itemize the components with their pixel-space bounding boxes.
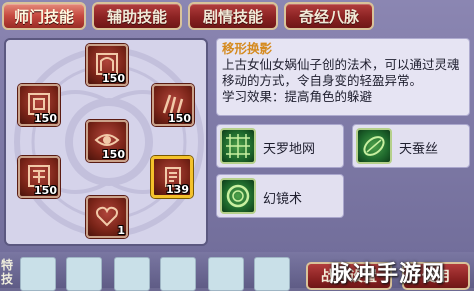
sub-skill-name: 幻镜术 bbox=[263, 192, 303, 207]
skill-slot-7[interactable]: 1 bbox=[86, 196, 128, 238]
special-skill-slot[interactable] bbox=[20, 257, 56, 291]
skill-level: 139 bbox=[166, 183, 189, 196]
skill-level: 150 bbox=[34, 112, 57, 125]
skill-slot-5[interactable]: 150 bbox=[18, 156, 60, 198]
sub-skill-card-1[interactable]: 天罗地网 bbox=[216, 124, 344, 168]
heart-icon bbox=[96, 206, 118, 227]
special-skill-slot[interactable] bbox=[160, 257, 196, 291]
skill-level: 150 bbox=[102, 72, 125, 85]
skill-slot-6[interactable]: 139 bbox=[151, 156, 193, 198]
net-glyph bbox=[226, 134, 250, 158]
sub-skill-name: 天罗地网 bbox=[263, 142, 316, 157]
skill-level: 150 bbox=[34, 184, 57, 197]
skill-slot-4[interactable]: 150 bbox=[86, 120, 128, 162]
skill-description-box: 移形换影 上古女仙女娲仙子创的法术，可以通过灵魂移动的方式，令自身变的轻盈异常。… bbox=[216, 38, 470, 116]
tab-support-skills[interactable]: 辅助技能 bbox=[92, 2, 182, 30]
site-watermark: 脉冲手游网 bbox=[330, 262, 446, 287]
tab-meridian[interactable]: 奇经八脉 bbox=[284, 2, 374, 30]
sub-skill-card-2[interactable]: 天蚕丝 bbox=[352, 124, 470, 168]
sub-skill-card-3[interactable]: 幻镜术 bbox=[216, 174, 344, 218]
skill-effect: 学习效果：提高角色的躲避 bbox=[222, 89, 373, 104]
skill-level: 1 bbox=[117, 224, 125, 237]
sub-skill-name: 天蚕丝 bbox=[399, 142, 439, 157]
skill-slot-2[interactable]: 150 bbox=[18, 84, 60, 126]
cocoon-icon bbox=[356, 128, 392, 164]
mirror-glyph bbox=[226, 184, 250, 208]
skill-name: 移形换影 bbox=[222, 41, 273, 56]
special-skill-slot[interactable] bbox=[254, 257, 290, 291]
skill-slot-1[interactable]: 150 bbox=[86, 44, 128, 86]
tab-school-skills[interactable]: 师门技能 bbox=[2, 2, 86, 30]
cocoon-glyph bbox=[363, 136, 385, 156]
skill-level: 150 bbox=[102, 148, 125, 161]
special-skill-slot[interactable] bbox=[114, 257, 150, 291]
net-icon bbox=[220, 128, 256, 164]
special-skill-slot[interactable] bbox=[208, 257, 244, 291]
skill-slot-3[interactable]: 150 bbox=[152, 84, 194, 126]
mirror-icon bbox=[220, 178, 256, 214]
skill-level: 150 bbox=[168, 112, 191, 125]
special-skills-label: 特技 bbox=[1, 258, 14, 286]
special-skill-slot[interactable] bbox=[66, 257, 102, 291]
skill-description: 上古女仙女娲仙子创的法术，可以通过灵魂移动的方式，令自身变的轻盈异常。 bbox=[222, 57, 460, 88]
tab-story-skills[interactable]: 剧情技能 bbox=[188, 2, 278, 30]
